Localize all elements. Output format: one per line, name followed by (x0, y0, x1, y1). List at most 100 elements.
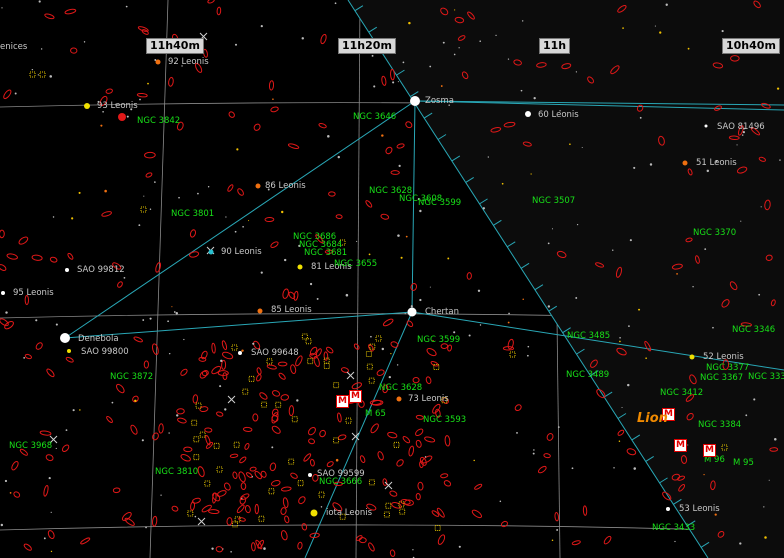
cluster-icon[interactable] (242, 388, 249, 395)
galaxy-icon[interactable] (426, 347, 438, 357)
galaxy-icon[interactable] (112, 487, 121, 494)
galaxy-icon[interactable] (396, 458, 405, 467)
star-icon[interactable] (525, 111, 531, 117)
galaxy-icon[interactable] (425, 376, 432, 385)
star-label[interactable]: 52 Leonis (703, 352, 744, 362)
galaxy-icon[interactable] (359, 455, 366, 464)
galaxy-icon[interactable] (408, 445, 415, 457)
ngc-label[interactable]: NGC 3628 (379, 383, 422, 393)
galaxy-icon[interactable] (211, 365, 222, 375)
galaxy-icon[interactable] (381, 75, 387, 86)
ngc-label[interactable]: NGC 3599 (418, 198, 461, 208)
star-icon[interactable] (704, 124, 708, 128)
cluster-icon[interactable] (288, 458, 295, 465)
galaxy-icon[interactable] (64, 8, 77, 15)
galaxy-icon[interactable] (222, 372, 228, 381)
star-icon[interactable] (297, 264, 303, 270)
galaxy-icon[interactable] (307, 426, 317, 436)
galaxy-icon[interactable] (382, 318, 394, 327)
galaxy-icon[interactable] (367, 542, 375, 552)
cluster-icon[interactable] (383, 511, 390, 518)
galaxy-icon[interactable] (391, 501, 402, 509)
ngc-label[interactable]: NGC 3367 (700, 373, 743, 383)
galaxy-icon[interactable] (390, 341, 399, 349)
galaxy-icon[interactable] (232, 471, 238, 480)
galaxy-icon[interactable] (240, 482, 247, 491)
galaxy-icon[interactable] (39, 430, 52, 436)
cluster-icon[interactable] (193, 454, 200, 461)
galaxy-icon[interactable] (412, 376, 420, 384)
ngc-label[interactable]: NGC 3872 (110, 372, 153, 382)
galaxy-icon[interactable] (514, 404, 522, 412)
galaxy-icon[interactable] (268, 80, 275, 91)
galaxy-icon[interactable] (351, 382, 362, 390)
galaxy-icon[interactable] (238, 471, 247, 483)
star-icon[interactable] (60, 333, 70, 343)
star-label[interactable]: 86 Leonis (265, 181, 306, 191)
galaxy-icon[interactable] (282, 288, 289, 299)
galaxy-icon[interactable] (326, 461, 334, 468)
star-icon[interactable] (410, 96, 420, 106)
galaxy-icon[interactable] (208, 509, 220, 515)
star-icon[interactable] (65, 268, 69, 272)
galaxy-icon[interactable] (284, 515, 290, 524)
galaxy-icon[interactable] (320, 33, 327, 45)
galaxy-icon[interactable] (197, 466, 205, 478)
cluster-icon[interactable] (258, 515, 265, 522)
star-icon[interactable] (666, 507, 670, 511)
cluster-icon[interactable] (193, 436, 200, 443)
cluster-icon[interactable] (248, 375, 255, 382)
galaxy-icon[interactable] (201, 369, 210, 377)
galaxy-icon[interactable] (211, 342, 216, 354)
galaxy-icon[interactable] (626, 448, 637, 456)
star-label[interactable]: Denebola (78, 334, 119, 344)
star-icon[interactable] (257, 308, 263, 314)
galaxy-icon[interactable] (31, 254, 43, 261)
galaxy-icon[interactable] (288, 405, 295, 417)
galaxy-icon[interactable] (177, 417, 187, 424)
galaxy-icon[interactable] (405, 121, 413, 129)
galaxy-icon[interactable] (205, 435, 211, 446)
star-label[interactable]: 85 Leonis (271, 305, 312, 315)
ngc-label[interactable]: NGC 3646 (353, 112, 396, 122)
ngc-label[interactable]: NGC 333 (748, 372, 784, 382)
cluster-icon[interactable] (233, 441, 240, 448)
cluster-icon[interactable] (368, 377, 375, 384)
cluster-icon[interactable] (216, 466, 223, 473)
ngc-label[interactable]: NGC 3370 (693, 228, 736, 238)
galaxy-icon[interactable] (290, 364, 297, 375)
galaxy-icon[interactable] (215, 546, 224, 553)
star-label[interactable]: 93 Leonis (97, 101, 138, 111)
galaxy-icon[interactable] (180, 453, 191, 462)
cluster-icon[interactable] (345, 417, 352, 424)
galaxy-icon[interactable] (259, 391, 269, 400)
cluster-icon[interactable] (509, 351, 516, 358)
galaxy-icon[interactable] (227, 184, 234, 192)
galaxy-icon[interactable] (280, 394, 290, 401)
galaxy-icon[interactable] (152, 515, 158, 527)
galaxy-icon[interactable] (136, 92, 148, 98)
galaxy-icon[interactable] (189, 251, 200, 258)
galaxy-icon[interactable] (537, 465, 547, 474)
galaxy-icon[interactable] (239, 456, 247, 464)
galaxy-icon[interactable] (24, 353, 32, 360)
cluster-icon[interactable] (318, 491, 325, 498)
galaxy-icon[interactable] (290, 472, 298, 479)
messier-badge-icon[interactable]: M (336, 395, 349, 408)
galaxy-icon[interactable] (308, 438, 315, 445)
galaxy-icon[interactable] (45, 454, 54, 462)
galaxy-icon[interactable] (417, 481, 424, 491)
galaxy-icon[interactable] (280, 530, 288, 541)
cluster-icon[interactable] (204, 480, 211, 487)
galaxy-icon[interactable] (222, 351, 234, 360)
messier-label[interactable]: M 65 (365, 409, 386, 419)
galaxy-icon[interactable] (430, 360, 439, 367)
galaxy-icon[interactable] (130, 424, 139, 435)
ngc-label[interactable]: NGC 3599 (417, 335, 460, 345)
galaxy-icon[interactable] (254, 503, 259, 515)
ngc-label[interactable]: NGC 3810 (155, 467, 198, 477)
star-icon[interactable] (155, 59, 161, 65)
galaxy-icon[interactable] (414, 428, 424, 437)
galaxy-icon[interactable] (546, 433, 554, 442)
cluster-icon[interactable] (393, 441, 400, 448)
